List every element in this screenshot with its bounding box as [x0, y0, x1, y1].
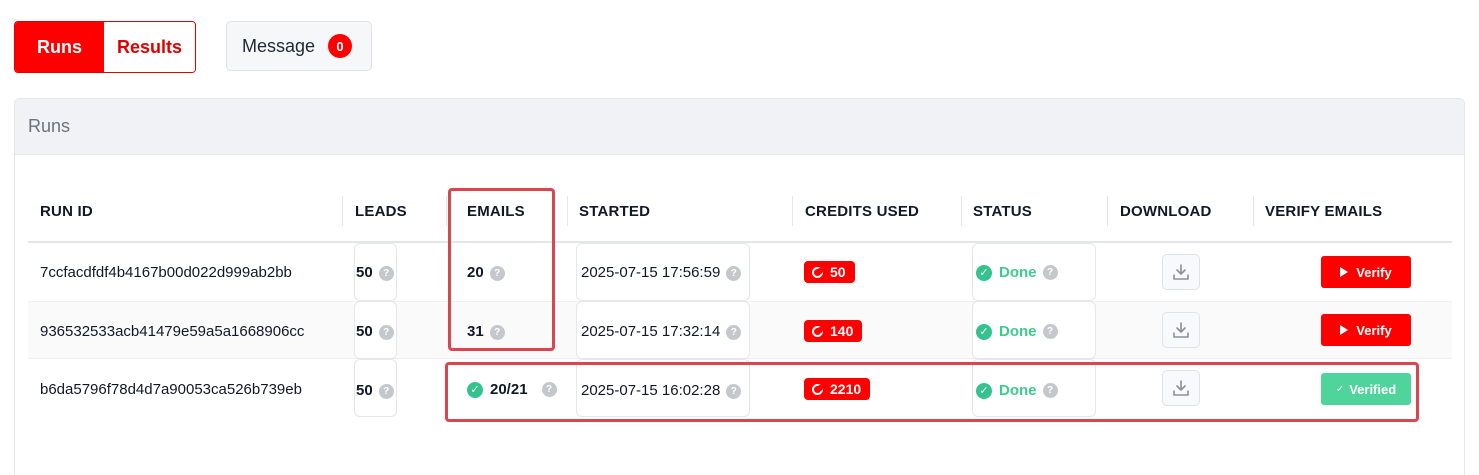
check-circle-icon: ✓ [976, 264, 992, 281]
run-id: 936532533acb41479e59a5a1668906cc [40, 323, 305, 340]
run-id: b6da5796f78d4d7a90053ca526b739eb [40, 381, 302, 398]
leads-cell: 50? [354, 359, 397, 417]
emails-column-highlight [448, 188, 555, 351]
play-icon [1340, 267, 1349, 277]
help-icon[interactable]: ? [378, 324, 394, 340]
leads-cell: 50? [354, 301, 397, 359]
col-credits-used: CREDITS USED [805, 203, 920, 220]
card-title: Runs [15, 99, 1464, 155]
run-id: 7ccfacdfdf4b4167b00d022d999ab2bb [40, 264, 292, 281]
col-status: STATUS [973, 203, 1032, 220]
verify-button[interactable]: Verify [1321, 314, 1411, 346]
col-run-id: RUN ID [40, 203, 93, 220]
started-value: 2025-07-15 17:32:14 [581, 323, 721, 340]
leads-value: 50 [356, 382, 373, 399]
help-icon[interactable]: ? [1042, 324, 1058, 339]
started-cell: 2025-07-15 17:32:14? [576, 301, 750, 359]
status-cell: ✓ Done? [972, 243, 1096, 301]
message-label: Message [242, 35, 316, 56]
play-icon [1340, 325, 1349, 335]
download-icon [1173, 264, 1189, 280]
check-circle-icon: ✓ [976, 323, 992, 340]
started-cell: 2025-07-15 17:56:59? [576, 243, 750, 301]
help-icon[interactable]: ? [726, 265, 742, 281]
tab-results[interactable]: Results [104, 22, 195, 72]
credits-badge: 140 [804, 320, 863, 342]
status-value: Done [999, 323, 1037, 340]
credit-icon [812, 325, 823, 337]
row-highlight [445, 362, 1419, 422]
credit-icon [812, 266, 823, 278]
credits-value: 140 [830, 323, 854, 339]
col-download: DOWNLOAD [1120, 203, 1212, 220]
help-icon[interactable]: ? [726, 324, 742, 340]
tab-runs[interactable]: Runs [15, 22, 104, 72]
verify-label: Verify [1356, 264, 1392, 280]
help-icon[interactable]: ? [378, 383, 394, 399]
view-tabs: Runs Results [14, 21, 196, 73]
started-value: 2025-07-15 17:56:59 [581, 264, 721, 281]
help-icon[interactable]: ? [1042, 265, 1058, 280]
col-leads: LEADS [355, 203, 407, 220]
status-cell: ✓ Done? [972, 301, 1096, 359]
col-verify-emails: VERIFY EMAILS [1265, 203, 1383, 220]
credits-badge: 50 [804, 261, 855, 283]
message-button[interactable]: Message 0 [226, 21, 372, 71]
message-count-badge: 0 [328, 34, 353, 58]
download-button[interactable] [1162, 312, 1200, 348]
download-button[interactable] [1162, 254, 1200, 290]
col-started: STARTED [579, 203, 651, 220]
leads-cell: 50? [354, 243, 397, 301]
leads-value: 50 [356, 323, 373, 340]
leads-value: 50 [356, 264, 373, 281]
verify-button[interactable]: Verify [1321, 256, 1411, 288]
verify-label: Verify [1356, 322, 1392, 338]
status-value: Done [999, 264, 1037, 281]
download-icon [1173, 322, 1189, 338]
help-icon[interactable]: ? [378, 265, 394, 281]
credits-value: 50 [830, 264, 846, 280]
